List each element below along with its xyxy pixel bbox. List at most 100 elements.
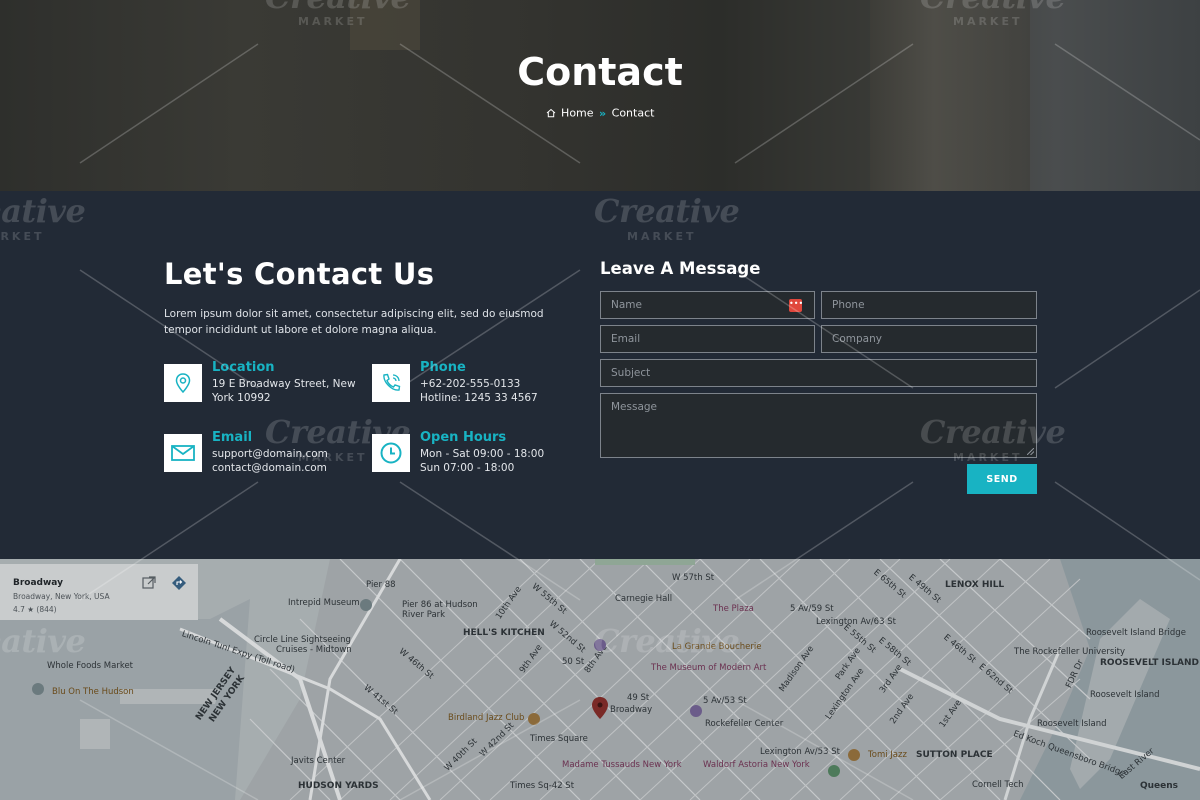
map-label: Tomi Jazz [868,750,907,760]
map-label: Intrepid Museum [288,598,360,608]
map-label: Times Sq-42 St [510,781,575,791]
place-address: Broadway, New York, USA [13,592,110,601]
name-field[interactable]: Name ••• [600,291,815,319]
contact-intro: Lorem ipsum dolor sit amet, consectetur … [164,308,544,336]
info-title: Phone [420,360,466,375]
message-field[interactable]: Message [600,393,1037,458]
info-line: Sun 07:00 - 18:00 [420,462,515,474]
map-label: Roosevelt Island [1037,719,1107,729]
map-label: Cruises - Midtown [276,645,352,655]
map-label: Javits Center [291,756,346,766]
home-icon [546,108,555,118]
watermark-sub: MARKET [0,230,45,243]
map-label: The Rockefeller University [1014,647,1126,657]
info-title: Location [212,360,275,375]
map-poi[interactable] [528,713,540,725]
page-title: Contact [517,50,683,94]
company-placeholder: Company [832,333,882,345]
phone-icon [372,364,410,402]
message-placeholder: Message [611,401,658,413]
info-title: Email [212,430,253,445]
info-line: York 10992 [212,392,271,404]
map-label: Queens [1140,781,1179,791]
breadcrumb-home-link[interactable]: Home [561,107,593,120]
message-form: Leave A Message Name ••• Phone Email Com… [600,259,1037,494]
watermark-sub: MARKET [953,15,1023,28]
subject-field[interactable]: Subject [600,359,1037,387]
map-label: Times Square [530,734,588,744]
map-label: Pier 86 at Hudson [402,600,478,610]
map-label: La Grande Boucherie [672,642,762,652]
map-label: SUTTON PLACE [916,750,993,760]
page-hero: Contact Home » Contact [0,0,1200,191]
subject-placeholder: Subject [611,367,651,379]
map-label: HELL'S KITCHEN [463,628,545,638]
map-label: Lexington Av/63 St [816,617,896,627]
map-label: Lexington Av/53 St [760,747,840,757]
form-heading: Leave A Message [600,259,761,278]
send-button[interactable]: SEND [967,464,1037,494]
contact-info: Let's Contact Us Lorem ipsum dolor sit a… [164,257,579,338]
map-place-card: Broadway Broadway, New York, USA 4.7 ★ (… [0,564,198,620]
map-label: 50 St [562,657,585,667]
resize-handle-icon[interactable] [1027,448,1034,455]
map-label: Circle Line Sightseeing [254,635,351,645]
map-label: Roosevelt Island Bridge [1086,628,1186,638]
map-label: ROOSEVELT ISLAND [1100,658,1200,668]
contact-section: Let's Contact Us Lorem ipsum dolor sit a… [0,191,1200,559]
map-label: Rockefeller Center [705,719,784,729]
breadcrumb-current: Contact [611,106,655,120]
map-label: Pier 88 [366,580,396,590]
map-poi[interactable] [848,749,860,761]
place-rating: 4.7 ★ (844) [13,605,57,614]
autofill-badge-icon[interactable]: ••• [789,299,803,312]
info-line[interactable]: +62-202-555-0133 [420,378,520,390]
breadcrumb: Home » Contact [0,106,1200,120]
email-placeholder: Email [611,333,641,345]
info-title: Open Hours [420,430,507,445]
map-label: Whole Foods Market [47,661,134,671]
map-label: Carnegie Hall [615,594,673,604]
watermark-sub: MARKET [953,451,1023,464]
email-field[interactable]: Email [600,325,815,353]
place-title: Broadway [13,578,63,588]
map-poi[interactable] [828,765,840,777]
phone-placeholder: Phone [832,299,865,311]
map-label: 5 Av/59 St [790,604,834,614]
map-poi[interactable] [690,705,702,717]
map-poi[interactable] [360,599,372,611]
breadcrumb-separator: » [599,106,607,120]
info-line: Hotline: 1245 33 4567 [420,392,538,404]
mail-icon [164,434,202,472]
watermark-sub: MARKET [627,230,697,243]
map-label: W 57th St [672,573,715,583]
map-embed[interactable]: Pier 88 Intrepid Museum Pier 86 at Hudso… [0,559,1200,800]
clock-icon [372,434,410,472]
map-label: The Plaza [713,604,754,614]
phone-field[interactable]: Phone [821,291,1037,319]
map-label: The Museum of Modern Art [651,663,767,673]
watermark-sub: MARKET [298,451,368,464]
name-placeholder: Name [611,299,642,311]
map-label: Birdland Jazz Club [448,713,525,723]
directions-icon[interactable] [170,574,188,592]
info-line: Mon - Sat 09:00 - 18:00 [420,448,545,460]
map-label: Cornell Tech [972,780,1024,790]
company-field[interactable]: Company [821,325,1037,353]
map-label: LENOX HILL [945,580,1005,590]
map-label: Waldorf Astoria New York [703,760,810,770]
map-label: 49 St [627,693,650,703]
location-pin-icon [164,364,202,402]
map-label: Broadway [610,705,653,715]
watermark-sub: MARKET [298,15,368,28]
open-external-icon[interactable] [140,574,158,592]
info-line: 19 E Broadway Street, New [212,378,356,390]
map-label: 5 Av/53 St [703,696,747,706]
map-label: Madame Tussauds New York [562,760,682,770]
map-poi[interactable] [32,683,44,695]
map-label: Blu On The Hudson [52,687,134,697]
map-label: River Park [402,610,446,620]
map-label: Roosevelt Island [1090,690,1160,700]
map-poi[interactable] [594,639,606,651]
map-label: HUDSON YARDS [298,781,379,791]
